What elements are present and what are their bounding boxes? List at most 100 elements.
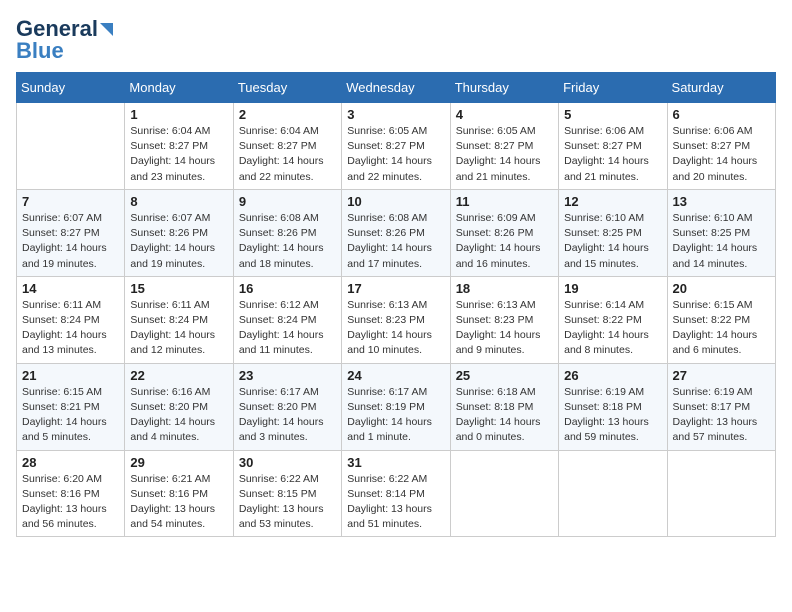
- cell-info-text: Sunrise: 6:13 AM Sunset: 8:23 PM Dayligh…: [456, 298, 553, 359]
- weekday-header-tuesday: Tuesday: [233, 73, 341, 103]
- calendar-cell: 22Sunrise: 6:16 AM Sunset: 8:20 PM Dayli…: [125, 363, 233, 450]
- cell-day-number: 9: [239, 194, 336, 209]
- cell-day-number: 7: [22, 194, 119, 209]
- cell-info-text: Sunrise: 6:16 AM Sunset: 8:20 PM Dayligh…: [130, 385, 227, 446]
- cell-day-number: 8: [130, 194, 227, 209]
- calendar-cell: 20 Sunrise: 6:15 AM Sunset: 8:22 PM Dayli…: [667, 276, 775, 363]
- cell-info-text: Sunrise: 6:20 AM Sunset: 8:16 PM Dayligh…: [22, 472, 119, 533]
- cell-info-text: Sunrise: 6:19 AM Sunset: 8:18 PM Dayligh…: [564, 385, 661, 446]
- cell-info-text: Sunrise: 6:07 AM Sunset: 8:27 PM Dayligh…: [22, 211, 119, 272]
- cell-info-text: Sunrise: 6:12 AM Sunset: 8:24 PM Dayligh…: [239, 298, 336, 359]
- week-row-3: 14Sunrise: 6:11 AM Sunset: 8:24 PM Dayli…: [17, 276, 776, 363]
- cell-day-number: 10: [347, 194, 444, 209]
- weekday-header-friday: Friday: [559, 73, 667, 103]
- calendar-cell: 7 Sunrise: 6:07 AM Sunset: 8:27 PM Daylig…: [17, 189, 125, 276]
- cell-day-number: 19: [564, 281, 661, 296]
- cell-day-number: 21: [22, 368, 119, 383]
- cell-info-text: Sunrise: 6:07 AM Sunset: 8:26 PM Dayligh…: [130, 211, 227, 272]
- week-row-4: 21 Sunrise: 6:15 AM Sunset: 8:21 PM Dayli…: [17, 363, 776, 450]
- header-area: General Blue: [16, 16, 776, 64]
- cell-info-text: Sunrise: 6:08 AM Sunset: 8:26 PM Dayligh…: [347, 211, 444, 272]
- calendar-cell: 13 Sunrise: 6:10 AM Sunset: 8:25 PM Dayli…: [667, 189, 775, 276]
- calendar-cell: 8 Sunrise: 6:07 AM Sunset: 8:26 PM Daylig…: [125, 189, 233, 276]
- calendar-cell: 27Sunrise: 6:19 AM Sunset: 8:17 PM Dayli…: [667, 363, 775, 450]
- cell-day-number: 17: [347, 281, 444, 296]
- cell-info-text: Sunrise: 6:15 AM Sunset: 8:22 PM Dayligh…: [673, 298, 770, 359]
- week-row-5: 28 Sunrise: 6:20 AM Sunset: 8:16 PM Dayli…: [17, 450, 776, 537]
- cell-day-number: 25: [456, 368, 553, 383]
- cell-info-text: Sunrise: 6:10 AM Sunset: 8:25 PM Dayligh…: [673, 211, 770, 272]
- cell-info-text: Sunrise: 6:05 AM Sunset: 8:27 PM Dayligh…: [347, 124, 444, 185]
- calendar-cell: 2 Sunrise: 6:04 AM Sunset: 8:27 PM Daylig…: [233, 103, 341, 190]
- calendar-cell: [559, 450, 667, 537]
- calendar-cell: [667, 450, 775, 537]
- weekday-header-row: SundayMondayTuesdayWednesdayThursdayFrid…: [17, 73, 776, 103]
- calendar-cell: 11Sunrise: 6:09 AM Sunset: 8:26 PM Dayli…: [450, 189, 558, 276]
- cell-day-number: 20: [673, 281, 770, 296]
- calendar-cell: 15 Sunrise: 6:11 AM Sunset: 8:24 PM Dayli…: [125, 276, 233, 363]
- calendar-cell: 23 Sunrise: 6:17 AM Sunset: 8:20 PM Dayli…: [233, 363, 341, 450]
- calendar-cell: 3 Sunrise: 6:05 AM Sunset: 8:27 PM Daylig…: [342, 103, 450, 190]
- calendar-cell: 18 Sunrise: 6:13 AM Sunset: 8:23 PM Dayli…: [450, 276, 558, 363]
- cell-info-text: Sunrise: 6:15 AM Sunset: 8:21 PM Dayligh…: [22, 385, 119, 446]
- cell-day-number: 3: [347, 107, 444, 122]
- calendar-cell: 9 Sunrise: 6:08 AM Sunset: 8:26 PM Daylig…: [233, 189, 341, 276]
- calendar-table: SundayMondayTuesdayWednesdayThursdayFrid…: [16, 72, 776, 537]
- cell-info-text: Sunrise: 6:04 AM Sunset: 8:27 PM Dayligh…: [130, 124, 227, 185]
- cell-info-text: Sunrise: 6:11 AM Sunset: 8:24 PM Dayligh…: [22, 298, 119, 359]
- calendar-cell: 12 Sunrise: 6:10 AM Sunset: 8:25 PM Dayli…: [559, 189, 667, 276]
- cell-day-number: 26: [564, 368, 661, 383]
- calendar-cell: 29 Sunrise: 6:21 AM Sunset: 8:16 PM Dayli…: [125, 450, 233, 537]
- calendar-cell: [450, 450, 558, 537]
- cell-info-text: Sunrise: 6:18 AM Sunset: 8:18 PM Dayligh…: [456, 385, 553, 446]
- cell-info-text: Sunrise: 6:11 AM Sunset: 8:24 PM Dayligh…: [130, 298, 227, 359]
- cell-day-number: 29: [130, 455, 227, 470]
- calendar-cell: 10 Sunrise: 6:08 AM Sunset: 8:26 PM Dayli…: [342, 189, 450, 276]
- logo-text-blue: Blue: [16, 38, 64, 64]
- cell-day-number: 6: [673, 107, 770, 122]
- week-row-1: 1 Sunrise: 6:04 AM Sunset: 8:27 PM Daylig…: [17, 103, 776, 190]
- cell-day-number: 12: [564, 194, 661, 209]
- cell-day-number: 28: [22, 455, 119, 470]
- cell-day-number: 23: [239, 368, 336, 383]
- weekday-header-thursday: Thursday: [450, 73, 558, 103]
- cell-day-number: 13: [673, 194, 770, 209]
- cell-day-number: 27: [673, 368, 770, 383]
- calendar-cell: 26 Sunrise: 6:19 AM Sunset: 8:18 PM Dayli…: [559, 363, 667, 450]
- calendar-cell: 6Sunrise: 6:06 AM Sunset: 8:27 PM Daylig…: [667, 103, 775, 190]
- cell-info-text: Sunrise: 6:13 AM Sunset: 8:23 PM Dayligh…: [347, 298, 444, 359]
- calendar-cell: 31Sunrise: 6:22 AM Sunset: 8:14 PM Dayli…: [342, 450, 450, 537]
- cell-day-number: 24: [347, 368, 444, 383]
- cell-info-text: Sunrise: 6:14 AM Sunset: 8:22 PM Dayligh…: [564, 298, 661, 359]
- week-row-2: 7 Sunrise: 6:07 AM Sunset: 8:27 PM Daylig…: [17, 189, 776, 276]
- calendar-cell: 25 Sunrise: 6:18 AM Sunset: 8:18 PM Dayli…: [450, 363, 558, 450]
- cell-day-number: 18: [456, 281, 553, 296]
- logo: General Blue: [16, 16, 113, 64]
- cell-info-text: Sunrise: 6:06 AM Sunset: 8:27 PM Dayligh…: [564, 124, 661, 185]
- cell-info-text: Sunrise: 6:21 AM Sunset: 8:16 PM Dayligh…: [130, 472, 227, 533]
- cell-info-text: Sunrise: 6:17 AM Sunset: 8:19 PM Dayligh…: [347, 385, 444, 446]
- cell-day-number: 4: [456, 107, 553, 122]
- cell-info-text: Sunrise: 6:22 AM Sunset: 8:15 PM Dayligh…: [239, 472, 336, 533]
- calendar-cell: 4 Sunrise: 6:05 AM Sunset: 8:27 PM Daylig…: [450, 103, 558, 190]
- weekday-header-wednesday: Wednesday: [342, 73, 450, 103]
- cell-day-number: 1: [130, 107, 227, 122]
- cell-info-text: Sunrise: 6:22 AM Sunset: 8:14 PM Dayligh…: [347, 472, 444, 533]
- calendar-cell: [17, 103, 125, 190]
- logo-arrow-icon: [100, 23, 113, 36]
- calendar-cell: 21 Sunrise: 6:15 AM Sunset: 8:21 PM Dayli…: [17, 363, 125, 450]
- cell-info-text: Sunrise: 6:17 AM Sunset: 8:20 PM Dayligh…: [239, 385, 336, 446]
- calendar-cell: 5Sunrise: 6:06 AM Sunset: 8:27 PM Daylig…: [559, 103, 667, 190]
- weekday-header-monday: Monday: [125, 73, 233, 103]
- cell-info-text: Sunrise: 6:10 AM Sunset: 8:25 PM Dayligh…: [564, 211, 661, 272]
- cell-info-text: Sunrise: 6:04 AM Sunset: 8:27 PM Dayligh…: [239, 124, 336, 185]
- cell-day-number: 30: [239, 455, 336, 470]
- cell-info-text: Sunrise: 6:09 AM Sunset: 8:26 PM Dayligh…: [456, 211, 553, 272]
- calendar-cell: 17 Sunrise: 6:13 AM Sunset: 8:23 PM Dayli…: [342, 276, 450, 363]
- calendar-cell: 19 Sunrise: 6:14 AM Sunset: 8:22 PM Dayli…: [559, 276, 667, 363]
- cell-info-text: Sunrise: 6:05 AM Sunset: 8:27 PM Dayligh…: [456, 124, 553, 185]
- cell-info-text: Sunrise: 6:08 AM Sunset: 8:26 PM Dayligh…: [239, 211, 336, 272]
- cell-day-number: 15: [130, 281, 227, 296]
- cell-day-number: 2: [239, 107, 336, 122]
- calendar-cell: 30 Sunrise: 6:22 AM Sunset: 8:15 PM Dayli…: [233, 450, 341, 537]
